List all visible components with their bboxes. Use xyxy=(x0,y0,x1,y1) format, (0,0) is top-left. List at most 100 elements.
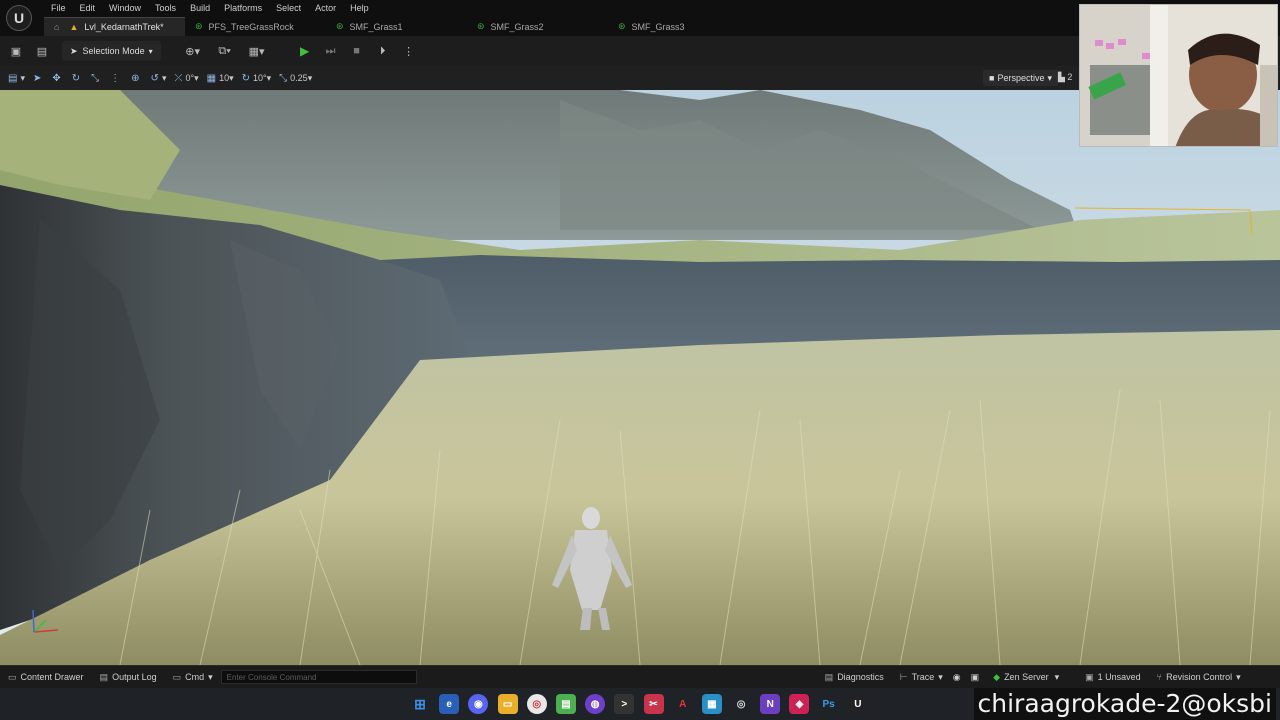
chrome-icon[interactable]: ◎ xyxy=(526,694,547,714)
menu-build[interactable]: Build xyxy=(183,0,217,16)
tab-smf-grass1[interactable]: ⊛ SMF_Grass1 xyxy=(326,17,467,36)
menu-select[interactable]: Select xyxy=(269,0,308,16)
more-options-icon[interactable]: ⋮ xyxy=(399,41,419,61)
rotate-tool-icon[interactable]: ↻ xyxy=(72,73,83,84)
log-icon: ▤ xyxy=(99,671,109,682)
menu-file[interactable]: File xyxy=(44,0,73,16)
cinematics-icon[interactable]: ▦▾ xyxy=(247,41,267,61)
zen-server-dropdown[interactable]: ◆ Zen Server ▾ xyxy=(993,672,1059,683)
screenshot-icon[interactable]: ▣ xyxy=(971,672,980,683)
foliage-icon: ⊛ xyxy=(618,21,626,31)
foliage-icon: ⊛ xyxy=(477,21,485,31)
menu-window[interactable]: Window xyxy=(102,0,148,16)
menu-tools[interactable]: Tools xyxy=(148,0,183,16)
camera-speed-icon: ▙ xyxy=(1058,72,1068,82)
store-icon[interactable]: ▦ xyxy=(701,694,722,714)
discord-icon[interactable]: ◉ xyxy=(468,694,489,714)
visual-studio-icon[interactable]: N xyxy=(760,694,781,714)
trace-dropdown[interactable]: ⊢ Trace ▾ xyxy=(900,672,943,683)
windows-start-icon[interactable]: ⊞ xyxy=(410,694,430,714)
revision-control-dropdown[interactable]: ⑂ Revision Control ▾ xyxy=(1157,672,1241,683)
content-drawer-button[interactable]: ▭ Content Drawer xyxy=(8,672,84,683)
surface-snap-icon[interactable]: ↺ ▾ xyxy=(151,73,167,84)
photoshop-icon[interactable]: Ps xyxy=(819,694,839,714)
revision-icon: ⑂ xyxy=(1156,672,1163,682)
davinci-icon[interactable]: ◈ xyxy=(789,694,810,714)
tab-smf-grass3[interactable]: ⊛ SMF_Grass3 xyxy=(608,17,749,36)
chevron-down-icon: ▾ xyxy=(938,671,943,682)
obs-icon[interactable]: ◎ xyxy=(731,694,751,714)
play-icon[interactable]: ▶ xyxy=(295,41,315,61)
mode-label: Selection Mode xyxy=(82,46,145,56)
scale-snap[interactable]: ⤡ 0.25 ▾ xyxy=(279,73,312,84)
diagnostics-button[interactable]: ▤ Diagnostics xyxy=(825,672,884,683)
level-icon: ▲ xyxy=(69,22,79,32)
webcam-image xyxy=(1080,5,1277,146)
unreal-logo-icon[interactable]: U xyxy=(6,5,32,31)
record-icon[interactable]: ◉ xyxy=(953,672,961,683)
launch-icon[interactable]: ⏵ xyxy=(373,41,393,61)
menu-platforms[interactable]: Platforms xyxy=(217,0,269,16)
github-icon[interactable]: ◍ xyxy=(585,694,606,714)
edge-icon[interactable]: e xyxy=(439,694,460,714)
level-viewport[interactable] xyxy=(0,90,1280,665)
chevron-down-icon: ▾ xyxy=(1047,72,1052,83)
chevron-down-icon: ▾ xyxy=(1236,671,1241,682)
browse-icon[interactable]: ▤ xyxy=(32,41,52,61)
transform-options-icon[interactable]: ⋮ xyxy=(110,73,123,84)
snip-tool-icon[interactable]: ✂ xyxy=(643,694,664,714)
tab-smf-grass2[interactable]: ⊛ SMF_Grass2 xyxy=(467,17,608,36)
chevron-down-icon: ▾ xyxy=(148,46,153,56)
angle-snap[interactable]: ↻ 10° ▾ xyxy=(242,73,272,84)
perspective-dropdown[interactable]: ■ Perspective ▾ xyxy=(983,70,1058,86)
output-log-button[interactable]: ▤ Output Log xyxy=(100,672,157,683)
translate-tool-icon[interactable]: ✥ xyxy=(52,73,63,84)
save-icon[interactable]: ▣ xyxy=(6,41,26,61)
add-actor-icon[interactable]: ⊕▾ xyxy=(183,41,203,61)
tab-label: PFS_TreeGrassRock xyxy=(208,21,294,32)
notepad-icon[interactable]: ▤ xyxy=(555,694,576,714)
foliage-icon: ⊛ xyxy=(336,21,344,31)
unreal-engine-icon[interactable]: U xyxy=(847,694,868,714)
cmd-dropdown[interactable]: ▭ Cmd ▾ xyxy=(173,672,213,683)
tab-pfs-treegrassrock[interactable]: ⊛ PFS_TreeGrassRock xyxy=(185,17,326,36)
scale-tool-icon[interactable]: ⤡ xyxy=(91,73,102,84)
world-space-icon[interactable]: ⊕ xyxy=(131,73,142,84)
chevron-down-icon: ▾ xyxy=(1054,671,1060,682)
acrobat-icon[interactable]: A xyxy=(673,694,693,714)
diagnostics-icon: ▤ xyxy=(824,671,834,682)
perspective-label: Perspective xyxy=(997,73,1045,83)
status-bar: ▭ Content Drawer ▤ Output Log ▭ Cmd ▾ En… xyxy=(0,665,1280,688)
camera-icon: ■ xyxy=(989,73,995,83)
blueprint-icon[interactable]: ⧉▾ xyxy=(215,41,235,61)
document-tabs: ⌂ ▲ Lvl_KedarnathTrek* ⊛ PFS_TreeGrassRo… xyxy=(44,17,749,36)
taskbar-icons: ⊞ e ◉ ▭ ◎ ▤ ◍ > ✂ A ▦ ◎ N ◈ Ps U xyxy=(410,694,877,714)
menu-edit[interactable]: Edit xyxy=(73,0,103,16)
tab-label: Lvl_KedarnathTrek* xyxy=(84,22,164,32)
menu-bar: File Edit Window Tools Build Platforms S… xyxy=(44,0,376,16)
stop-icon[interactable]: ■ xyxy=(347,41,367,61)
chevron-down-icon: ▾ xyxy=(208,671,213,682)
menu-help[interactable]: Help xyxy=(343,0,376,16)
home-icon[interactable]: ⌂ xyxy=(54,22,59,32)
console-input[interactable]: Enter Console Command xyxy=(220,670,417,684)
save-icon: ▣ xyxy=(1085,671,1094,682)
file-explorer-icon[interactable]: ▭ xyxy=(497,694,518,714)
terminal-icon[interactable]: > xyxy=(614,694,635,714)
select-tool-icon[interactable]: ➤ xyxy=(33,73,44,84)
terminal-icon: ▭ xyxy=(172,671,182,682)
selection-mode-dropdown[interactable]: ➤ Selection Mode ▾ xyxy=(62,41,161,61)
camera-speed[interactable]: ▙ 2 xyxy=(1058,72,1072,83)
tab-label: SMF_Grass1 xyxy=(349,21,403,32)
rotation-snap[interactable]: ⤫ 0° ▾ xyxy=(174,73,198,84)
trace-icon: ⊢ xyxy=(899,671,908,682)
menu-actor[interactable]: Actor xyxy=(308,0,343,16)
foliage-icon: ⊛ xyxy=(195,21,203,31)
tab-level[interactable]: ⌂ ▲ Lvl_KedarnathTrek* xyxy=(44,17,185,36)
cursor-icon: ➤ xyxy=(70,45,78,56)
viewport-menu-icon[interactable]: ▤ ▾ xyxy=(8,73,25,84)
unsaved-button[interactable]: ▣ 1 Unsaved xyxy=(1085,672,1141,683)
grid-snap[interactable]: ▦ 10 ▾ xyxy=(207,73,234,84)
upi-watermark: chiraagrokade-2@oksbi xyxy=(973,688,1276,720)
step-icon[interactable]: ⏭ xyxy=(321,41,341,61)
